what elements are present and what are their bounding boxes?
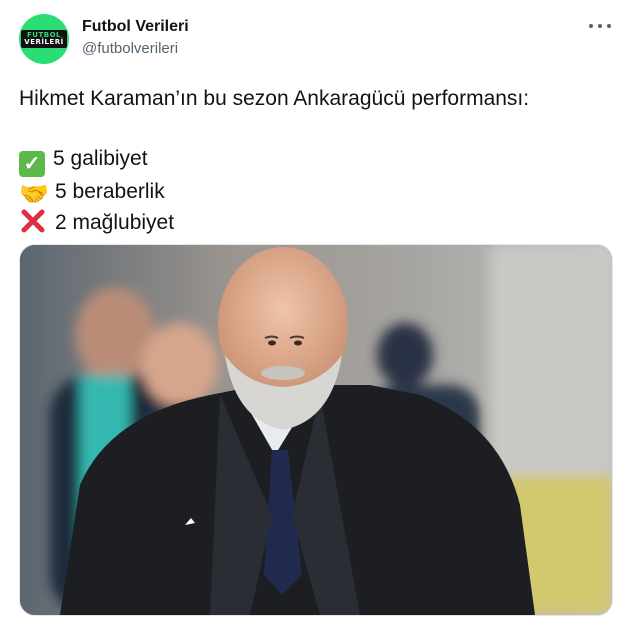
author-handle[interactable]: @futbolverileri bbox=[82, 40, 178, 57]
draws-text: 5 beraberlik bbox=[55, 180, 165, 203]
author-name[interactable]: Futbol Verileri bbox=[82, 18, 189, 36]
avatar[interactable]: FUTBOL VERİLERİ bbox=[19, 14, 69, 64]
handshake-emoji: 🤝 bbox=[19, 181, 49, 208]
tweet-text: Hikmet Karaman’ın bu sezon Ankaragücü pe… bbox=[19, 84, 529, 238]
tweet-photo[interactable] bbox=[19, 244, 613, 616]
stat-losses: 2 mağlubiyet bbox=[19, 207, 529, 238]
tweet-headline: Hikmet Karaman’ın bu sezon Ankaragücü pe… bbox=[19, 87, 530, 110]
wins-text: 5 galibiyet bbox=[53, 147, 148, 170]
losses-text: 2 mağlubiyet bbox=[55, 211, 175, 234]
tweet-card: FUTBOL VERİLERİ Futbol Verileri @futbolv… bbox=[0, 0, 635, 627]
stat-draws: 🤝 5 beraberlik bbox=[19, 177, 529, 207]
more-options-icon[interactable] bbox=[589, 18, 611, 34]
coach-photo bbox=[20, 245, 612, 615]
cross-mark-emoji bbox=[19, 207, 47, 235]
futbol-verileri-logo: FUTBOL VERİLERİ bbox=[21, 30, 67, 48]
logo-bottom-text: VERİLERİ bbox=[24, 38, 64, 46]
check-mark-emoji: ✓ bbox=[19, 151, 45, 177]
stat-wins: ✓ 5 galibiyet bbox=[19, 144, 529, 177]
